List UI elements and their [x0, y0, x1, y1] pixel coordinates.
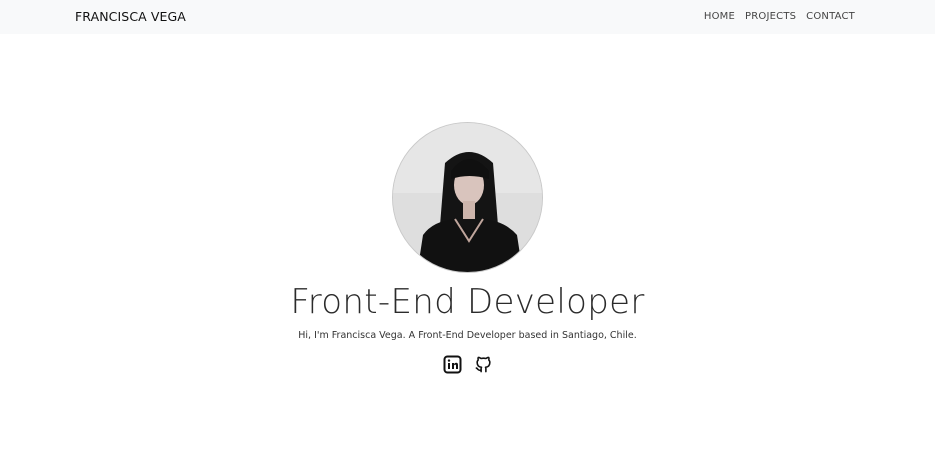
nav-link-home[interactable]: HOME	[704, 11, 735, 22]
github-icon	[475, 356, 491, 373]
linkedin-link[interactable]	[443, 355, 462, 374]
hero-title: Front-End Developer	[290, 282, 645, 322]
profile-photo	[392, 122, 543, 273]
navbar: FRANCISCA VEGA HOME PROJECTS CONTACT	[0, 0, 935, 34]
nav-link-contact[interactable]: CONTACT	[806, 11, 855, 22]
nav-link-projects[interactable]: PROJECTS	[745, 11, 796, 22]
github-link[interactable]	[474, 355, 493, 374]
brand-link[interactable]: FRANCISCA VEGA	[75, 9, 186, 24]
linkedin-icon	[443, 355, 461, 374]
social-links	[0, 355, 935, 374]
nav-links: HOME PROJECTS CONTACT	[704, 11, 855, 22]
hero-subtitle: Hi, I'm Francisca Vega. A Front-End Deve…	[298, 330, 637, 341]
